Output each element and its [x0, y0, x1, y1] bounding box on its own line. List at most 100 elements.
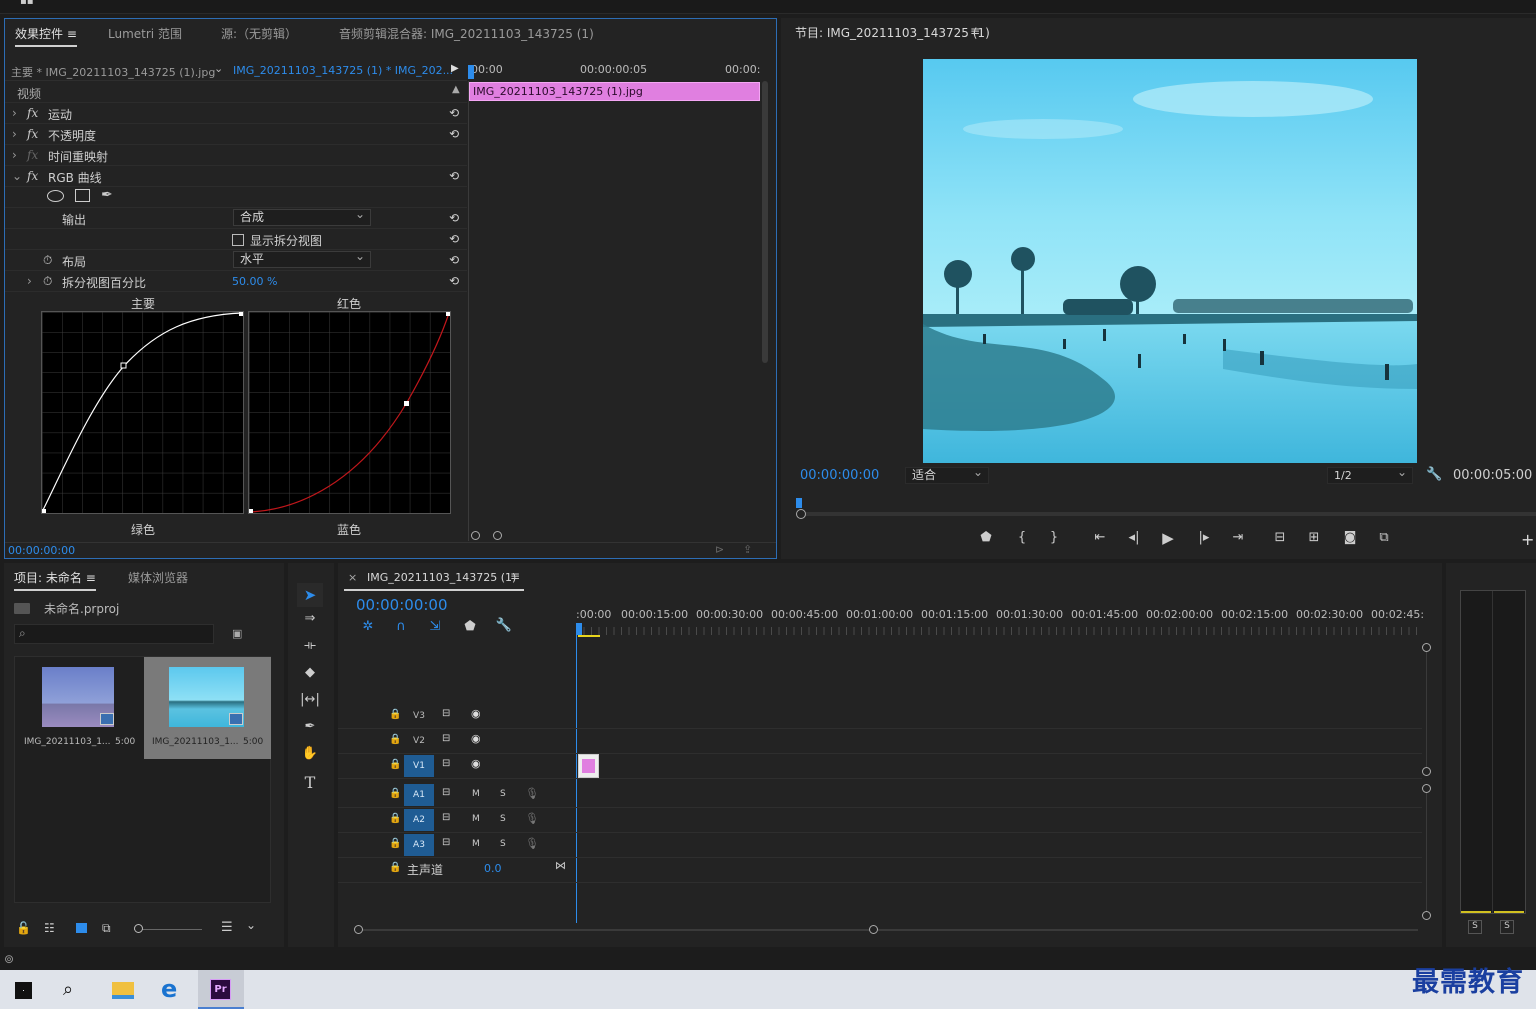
- fx-icon[interactable]: fx: [27, 169, 38, 183]
- windows-start-icon[interactable]: [15, 982, 32, 999]
- wrench-icon[interactable]: 🔧: [1426, 467, 1442, 482]
- master-clip-label[interactable]: 主要 * IMG_20211103_143725 (1).jpg: [11, 64, 215, 80]
- lock-icon[interactable]: 🔓: [16, 921, 31, 935]
- timeline-clip-v1[interactable]: [578, 754, 599, 778]
- reset-icon[interactable]: ⟲: [449, 274, 459, 288]
- selection-tool-icon[interactable]: ➤: [297, 583, 323, 607]
- sequence-clip-label[interactable]: IMG_20211103_143725 (1) * IMG_202...: [233, 64, 453, 77]
- solo-button[interactable]: S: [500, 814, 506, 824]
- lock-icon[interactable]: 🔒: [389, 862, 401, 873]
- lock-icon[interactable]: 🔒: [389, 788, 401, 799]
- timeline-ruler[interactable]: :00:00 00:00:15:00 00:00:30:00 00:00:45:00 0…: [576, 603, 1424, 637]
- ellipse-mask-icon[interactable]: [47, 190, 64, 202]
- track-target-label[interactable]: A1: [404, 784, 434, 806]
- project-item[interactable]: IMG_20211103_1... 5:00: [144, 657, 271, 759]
- track-target-label[interactable]: A3: [404, 834, 434, 856]
- zoom-handle-right[interactable]: [493, 531, 502, 540]
- fx-icon[interactable]: fx: [27, 127, 38, 141]
- tab-source[interactable]: 源:（无剪辑）: [221, 25, 297, 42]
- fx-icon[interactable]: fx: [27, 106, 38, 120]
- in-point-icon[interactable]: {: [1012, 530, 1032, 545]
- export-frame-icon[interactable]: ◙: [1338, 530, 1362, 545]
- reset-icon[interactable]: ⟲: [449, 211, 459, 225]
- hand-tool-icon[interactable]: ✋: [297, 746, 323, 761]
- marker-icon[interactable]: ⬟: [460, 619, 480, 634]
- eye-icon[interactable]: ◉: [471, 732, 481, 745]
- wrench-icon[interactable]: 🔧: [494, 618, 514, 633]
- zoom-slider-handle[interactable]: [134, 924, 143, 933]
- audio-track-row[interactable]: 🔒 A2 ⊟ M S 🎙: [338, 808, 1422, 833]
- slip-tool-icon[interactable]: |↔|: [297, 692, 323, 707]
- effect-row-time-remap[interactable]: › fx 时间重映射: [5, 145, 467, 166]
- step-forward-icon[interactable]: |▸: [1192, 530, 1216, 545]
- marker-icon[interactable]: ⬟: [976, 530, 996, 545]
- expand-chevron-icon[interactable]: ›: [12, 106, 17, 120]
- split-percent-value[interactable]: 50.00 %: [232, 275, 277, 288]
- playhead-marker[interactable]: [576, 623, 582, 635]
- program-scrubber[interactable]: [796, 498, 1536, 520]
- solo-button[interactable]: S: [500, 789, 506, 799]
- effect-row-opacity[interactable]: › fx 不透明度 ⟲: [5, 124, 467, 145]
- playhead-marker[interactable]: [468, 65, 474, 79]
- eye-icon[interactable]: ◉: [471, 757, 481, 770]
- add-marker-icon[interactable]: ⇲: [425, 619, 445, 634]
- new-bin-icon[interactable]: ▣: [232, 627, 242, 640]
- resolution-dropdown[interactable]: 1/2: [1327, 465, 1413, 484]
- razor-tool-icon[interactable]: ◆: [297, 665, 323, 680]
- sync-lock-icon[interactable]: ⊟: [442, 787, 450, 798]
- panel-menu-icon[interactable]: ≡: [67, 27, 77, 41]
- reset-icon[interactable]: ⟲: [449, 127, 459, 141]
- sync-lock-icon[interactable]: ⊟: [442, 812, 450, 823]
- chevron-down-icon[interactable]: ⌄: [246, 918, 256, 932]
- reset-icon[interactable]: ⟲: [449, 232, 459, 246]
- track-target-label[interactable]: A2: [404, 809, 434, 831]
- curve-master-graph[interactable]: [41, 311, 244, 514]
- zoom-handle-left[interactable]: [471, 531, 480, 540]
- ripple-edit-tool-icon[interactable]: ⟛: [297, 638, 323, 653]
- add-button-icon[interactable]: +: [1521, 530, 1534, 549]
- expand-chevron-icon[interactable]: ›: [12, 148, 17, 162]
- sync-lock-icon[interactable]: ⊟: [442, 758, 450, 769]
- meter-solo-left[interactable]: S: [1468, 920, 1482, 934]
- curve-master-svg[interactable]: [41, 312, 243, 513]
- tab-effect-controls[interactable]: 效果控件 ≡: [15, 25, 77, 47]
- mute-button[interactable]: M: [472, 789, 480, 799]
- freeform-view-icon[interactable]: ⧉: [102, 921, 111, 936]
- panel-menu-icon[interactable]: ≡: [970, 24, 980, 38]
- sync-lock-icon[interactable]: ⊟: [442, 733, 450, 744]
- fit-dropdown[interactable]: 适合: [905, 465, 989, 484]
- go-to-edit-icon[interactable]: ⋈: [555, 859, 566, 872]
- panel-menu-icon[interactable]: ≡: [86, 571, 96, 585]
- scroll-handle-left[interactable]: [354, 925, 363, 934]
- lock-icon[interactable]: 🔒: [389, 759, 401, 770]
- reset-icon[interactable]: ⟲: [449, 253, 459, 267]
- scroll-up-icon[interactable]: ▲: [452, 84, 460, 95]
- search-icon[interactable]: ⌕: [63, 979, 73, 1000]
- effect-row-motion[interactable]: › fx 运动 ⟲: [5, 103, 467, 124]
- go-to-in-icon[interactable]: ⇤: [1088, 530, 1112, 545]
- lock-icon[interactable]: 🔒: [389, 709, 401, 720]
- stopwatch-icon[interactable]: ⏱: [43, 274, 52, 289]
- track-select-tool-icon[interactable]: ⇒: [297, 611, 323, 626]
- linked-selection-icon[interactable]: ∩: [391, 619, 411, 634]
- project-item[interactable]: IMG_20211103_1... 5:00: [15, 657, 143, 759]
- compare-icon[interactable]: ⧉: [1372, 530, 1396, 545]
- chevron-down-icon[interactable]: ⌄: [214, 62, 223, 75]
- collapse-chevron-icon[interactable]: ⌄: [12, 169, 22, 183]
- file-explorer-icon[interactable]: [112, 982, 134, 999]
- lock-icon[interactable]: 🔒: [389, 734, 401, 745]
- mute-button[interactable]: M: [472, 814, 480, 824]
- panel-menu-icon[interactable]: ≡: [510, 569, 520, 583]
- project-search-input[interactable]: ⌕: [14, 624, 214, 644]
- tab-lumetri-scopes[interactable]: Lumetri 范围: [108, 25, 182, 42]
- stopwatch-icon[interactable]: ⏱: [43, 253, 52, 268]
- play-icon[interactable]: ▶: [1156, 529, 1180, 547]
- effect-timeline-scrollbar[interactable]: [762, 81, 768, 363]
- work-area-bar[interactable]: [578, 635, 600, 637]
- video-track-row[interactable]: 🔒 V2 ⊟ ◉: [338, 729, 1422, 754]
- edge-browser-icon[interactable]: e: [161, 975, 177, 1003]
- timeline-title[interactable]: IMG_20211103_143725 (1): [367, 571, 516, 584]
- timeline-vertical-scroll-video[interactable]: [1422, 643, 1431, 777]
- microphone-icon[interactable]: 🎙: [525, 787, 539, 800]
- close-icon[interactable]: ×: [348, 571, 357, 584]
